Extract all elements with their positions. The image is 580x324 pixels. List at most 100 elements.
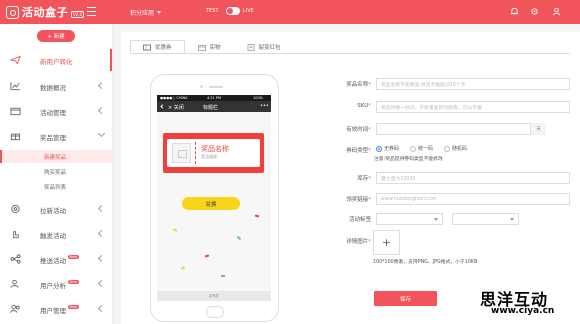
hamburger-menu-icon[interactable]	[87, 7, 96, 16]
sidebar-subitem-buy-prize[interactable]: 购买奖品	[0, 165, 112, 178]
stock-input[interactable]: 最大值为10000	[376, 172, 570, 184]
tab-coupon[interactable]: 优惠券	[130, 40, 185, 54]
user-icon[interactable]	[552, 7, 561, 16]
env-test-label: TEST	[206, 8, 219, 14]
radio-no-code[interactable]: 无券码	[376, 145, 399, 152]
sidebar-item-label: 用户管理 New	[40, 305, 79, 315]
sidebar-subitem-label: 购买奖品	[44, 170, 67, 176]
sidebar-item-push-activity[interactable]: 推送活动 New	[0, 248, 112, 270]
sidebar-item-data-overview[interactable]: 数据概况	[0, 75, 112, 97]
prize-description: 奖品描述：	[201, 154, 221, 159]
redeem-button[interactable]: 兑换	[182, 197, 240, 210]
sidebar-item-label: 推送活动 New	[40, 255, 79, 265]
prize-image-placeholder-icon	[172, 143, 191, 163]
prize-name-label: 奖品名称*	[346, 82, 371, 88]
logo-icon	[6, 5, 19, 19]
radio-random-code[interactable]: 随机码	[444, 145, 467, 152]
link-input[interactable]: www.huodonghezi.com	[376, 193, 570, 205]
nav-title: 标题栏	[203, 105, 219, 111]
confetti	[236, 235, 242, 241]
sidebar-item-prize-management[interactable]: 奖品管理	[0, 125, 112, 147]
phone-bottom-bar: 发布栏	[157, 291, 271, 301]
bell-icon[interactable]	[510, 7, 519, 16]
tab-label: 实物	[209, 45, 221, 51]
touch-icon	[13, 231, 19, 239]
radio-dot	[376, 145, 382, 152]
valid-time-input[interactable]: 天	[376, 123, 546, 135]
sidebar-item-activity-management[interactable]: 活动管理	[0, 100, 112, 122]
chevron-left-icon	[97, 304, 106, 313]
paper-plane-icon	[10, 55, 21, 65]
chevron-left-icon	[97, 254, 106, 263]
prize-card-inner: 奖品名称 奖品描述：	[167, 139, 260, 167]
more-icon: •••	[260, 103, 269, 109]
gift-icon	[10, 133, 21, 141]
code-type-note: 注意:奖品提供券码类型不能修改	[374, 157, 443, 162]
calendar-icon	[10, 107, 21, 116]
stock-label: 库存*	[357, 176, 371, 182]
link-label: 领奖链接*	[346, 197, 371, 203]
valid-time-label: 有效时间*	[346, 127, 371, 133]
image-upload-button[interactable]: +	[373, 230, 400, 255]
radio-unified-code[interactable]: 统一码	[410, 145, 433, 152]
sidebar-item-label: 用户分析 New	[40, 280, 79, 290]
prize-name: 奖品名称	[201, 145, 229, 153]
image-label: 详情图片*	[346, 239, 371, 245]
sidebar-item-trigger-activity[interactable]: 触发活动	[0, 223, 112, 245]
logo-text: 活动盒子	[22, 6, 68, 19]
chevron-left-icon	[97, 106, 106, 115]
phone-preview: ●●●●○ CHINA 4:21 PM 100% × 关闭 标题栏 ••• 奖品…	[150, 74, 279, 322]
sidebar-item-new-user-conversion[interactable]: 新用户转化	[0, 49, 112, 71]
new-badge: New	[68, 280, 79, 284]
sidebar-subitem-label: 奖品列表	[44, 185, 67, 191]
confetti	[204, 254, 210, 258]
upload-hint: 100*100像素，支持PNG、JPG格式，小于10KB	[373, 260, 478, 265]
radio-dot	[444, 145, 450, 152]
app-select-dropdown[interactable]: 积分应用	[130, 8, 162, 17]
env-live-label: LIVE	[243, 8, 254, 14]
users-icon	[10, 304, 20, 313]
logo[interactable]: 活动盒子 V2.0	[6, 5, 85, 19]
phone-speaker	[209, 86, 223, 88]
sidebar-subitem-label: 新建奖品	[44, 155, 67, 161]
confetti	[254, 214, 260, 218]
code-type-label: 券码类型*	[346, 148, 371, 154]
sidebar-item-acquisition-activity[interactable]: 拉新活动	[0, 198, 112, 220]
prize-name-input[interactable]: 奖品名称不能重复,并且不能超过10个字	[376, 78, 570, 90]
prize-type-tabs: 优惠券 实物 裂变红包	[130, 40, 294, 54]
share-icon	[10, 254, 21, 264]
sidebar: + 新建 新用户转化 数据概况 活动管理 奖品管理 新建奖品 购买奖品 奖品列表…	[0, 24, 113, 324]
prize-divider	[195, 142, 196, 164]
valid-time-suffix: 天	[530, 123, 546, 135]
tab-red-packet[interactable]: 裂变红包	[234, 40, 294, 54]
close-text: × 关闭	[168, 105, 184, 111]
tab-label: 裂变红包	[258, 45, 281, 51]
chart-icon	[10, 82, 21, 91]
sidebar-item-user-management[interactable]: 用户管理 New	[0, 298, 112, 320]
prize-card: 奖品名称 奖品描述：	[163, 133, 264, 173]
tab-label: 优惠券	[155, 45, 172, 51]
radio-dot	[410, 145, 416, 152]
tab-physical[interactable]: 实物	[185, 40, 234, 54]
red-packet-icon	[247, 43, 254, 51]
sidebar-item-user-analysis[interactable]: 用户分析 New	[0, 273, 112, 295]
target-icon	[11, 204, 20, 214]
sidebar-item-label: 触发活动	[40, 232, 66, 240]
settings-icon[interactable]	[530, 7, 539, 16]
phone-home-button	[206, 306, 224, 318]
env-toggle[interactable]	[226, 7, 240, 15]
tab-divider	[130, 53, 570, 54]
sidebar-subitem-prize-list[interactable]: 奖品列表	[0, 180, 112, 193]
sku-input[interactable]: 奖品的唯一标识，不能重复的功能库，可以不填	[376, 101, 570, 113]
new-button[interactable]: + 新建	[37, 30, 75, 42]
sidebar-subitem-new-prize[interactable]: 新建奖品	[0, 150, 112, 163]
phone-screen: ●●●●○ CHINA 4:21 PM 100% × 关闭 标题栏 ••• 奖品…	[157, 95, 271, 301]
save-button[interactable]: 保存	[374, 291, 437, 306]
watermark-url: www.ciya.cn	[491, 306, 555, 316]
new-badge: New	[68, 255, 79, 259]
back-icon	[160, 104, 165, 109]
confetti	[220, 274, 226, 278]
tag-select-2[interactable]	[452, 213, 519, 225]
chevron-left-icon	[97, 279, 106, 288]
tag-select-1[interactable]	[376, 213, 443, 225]
